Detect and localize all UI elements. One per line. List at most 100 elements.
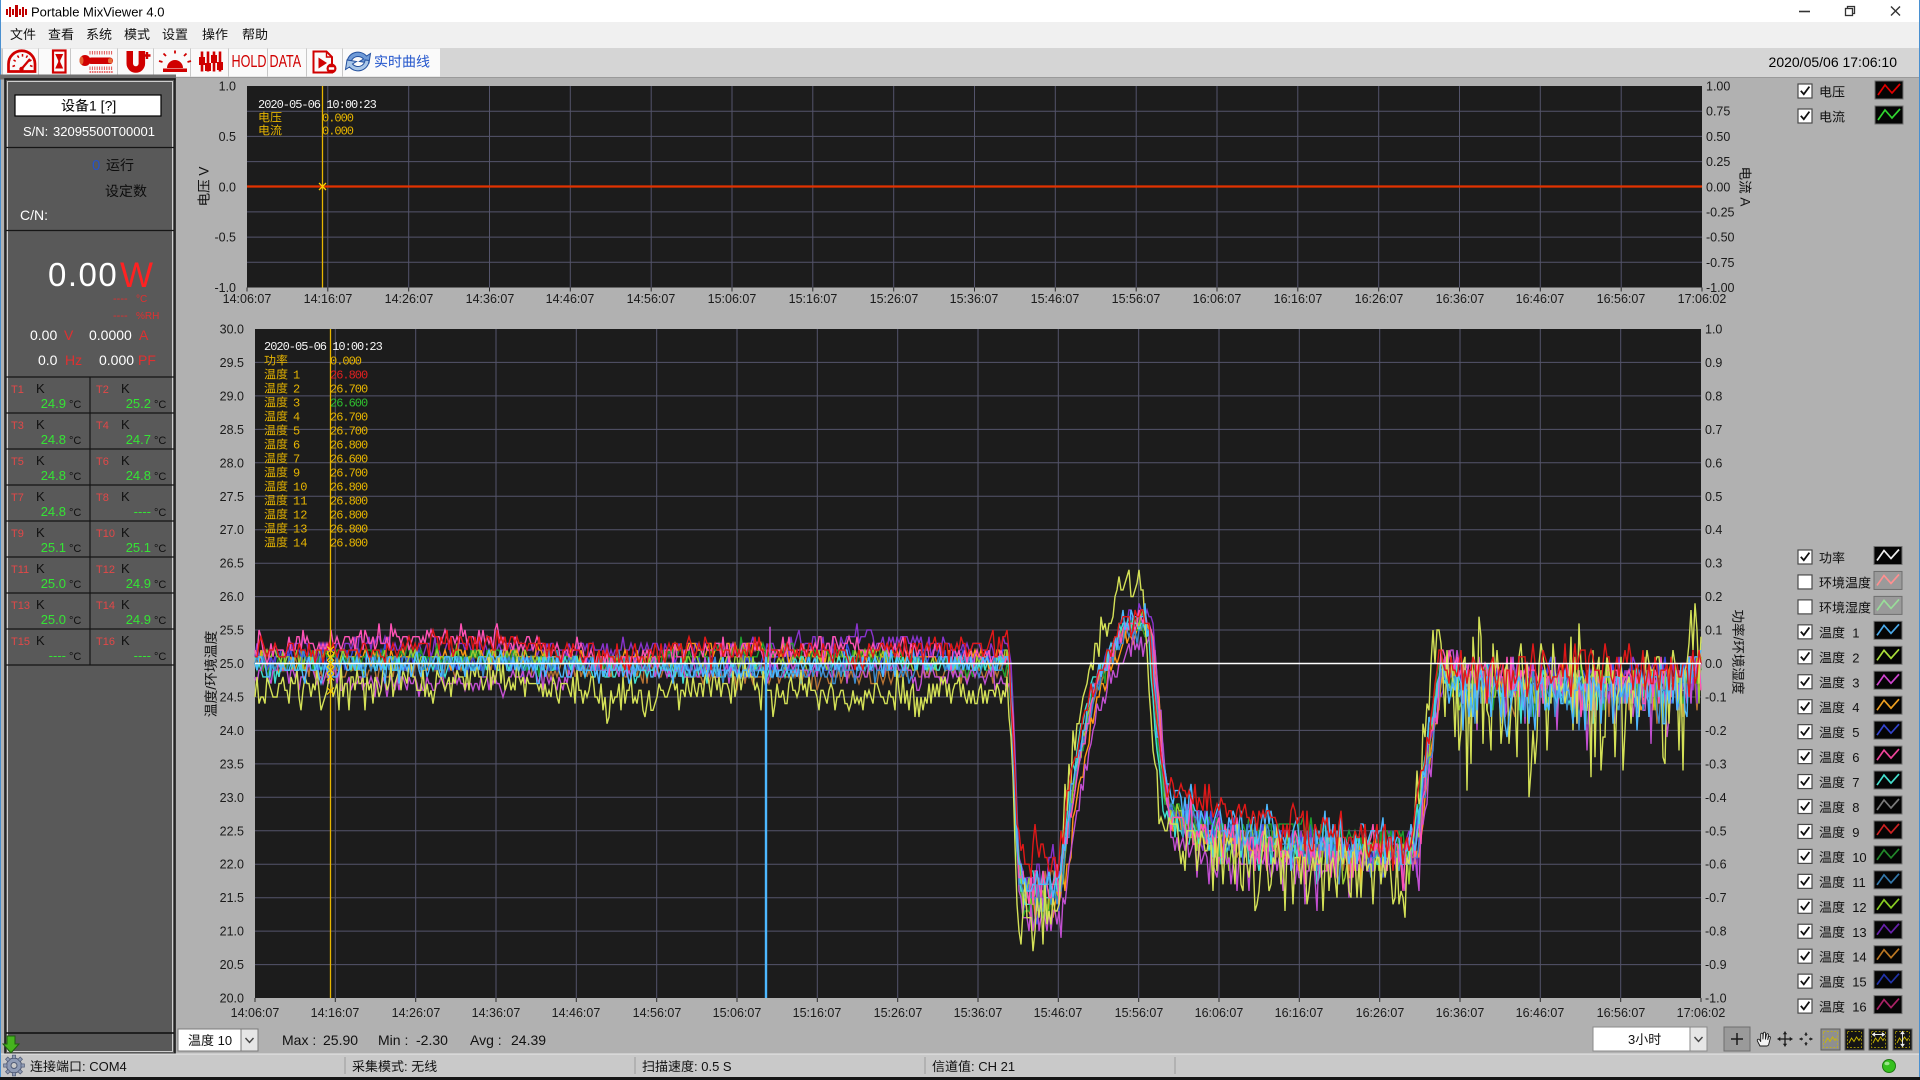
svg-text:25.0: 25.0 xyxy=(220,657,244,671)
svg-text:15:26:07: 15:26:07 xyxy=(874,1006,923,1020)
svg-text:°C: °C xyxy=(154,651,166,663)
svg-text:3: 3 xyxy=(1628,1032,1635,1047)
svg-text:DATA: DATA xyxy=(270,52,302,72)
svg-text:PF: PF xyxy=(138,352,156,368)
svg-text:K: K xyxy=(121,633,130,648)
svg-text:26.600: 26.600 xyxy=(330,453,368,467)
svg-text:°C: °C xyxy=(154,579,166,591)
svg-text:K: K xyxy=(36,381,45,396)
svg-text:26.800: 26.800 xyxy=(330,369,368,383)
svg-text:-2.30: -2.30 xyxy=(416,1032,448,1048)
svg-text:27.0: 27.0 xyxy=(220,523,244,537)
svg-text:0.75: 0.75 xyxy=(1706,105,1730,119)
svg-text:15:46:07: 15:46:07 xyxy=(1034,1006,1083,1020)
svg-text:°C: °C xyxy=(69,579,81,591)
svg-text:T7: T7 xyxy=(11,492,24,504)
svg-text:16:46:07: 16:46:07 xyxy=(1516,292,1565,306)
svg-text:Hz: Hz xyxy=(65,352,82,368)
svg-text:T14: T14 xyxy=(96,600,115,612)
svg-text:5: 5 xyxy=(1852,725,1859,740)
svg-text:22.0: 22.0 xyxy=(220,858,244,872)
svg-text:28.0: 28.0 xyxy=(220,456,244,470)
svg-text:24.5: 24.5 xyxy=(220,690,244,704)
svg-text:26.800: 26.800 xyxy=(330,537,368,551)
svg-text:26.700: 26.700 xyxy=(330,425,368,439)
svg-text:: 0.5 S: : 0.5 S xyxy=(694,1059,732,1074)
svg-text:C/N:: C/N: xyxy=(20,207,48,223)
svg-text:%RH: %RH xyxy=(136,311,159,322)
svg-text:0.4: 0.4 xyxy=(1705,523,1722,537)
svg-text:24.8: 24.8 xyxy=(41,432,66,447)
svg-text:-0.25: -0.25 xyxy=(1706,205,1735,219)
svg-text:----: ---- xyxy=(49,648,66,663)
svg-text:-0.6: -0.6 xyxy=(1705,858,1727,872)
svg-text:15:26:07: 15:26:07 xyxy=(870,292,919,306)
svg-text:16:56:07: 16:56:07 xyxy=(1597,292,1646,306)
svg-text:T5: T5 xyxy=(11,456,24,468)
svg-text:0.8: 0.8 xyxy=(1705,389,1722,403)
svg-text:0.000: 0.000 xyxy=(322,112,354,126)
svg-text::: : xyxy=(404,1059,408,1074)
svg-text:20.0: 20.0 xyxy=(220,992,244,1006)
svg-text:26.600: 26.600 xyxy=(330,397,368,411)
svg-text:°C: °C xyxy=(69,651,81,663)
svg-text:0.0000: 0.0000 xyxy=(89,327,132,343)
svg-text:16:36:07: 16:36:07 xyxy=(1436,1006,1485,1020)
svg-text:22.5: 22.5 xyxy=(220,824,244,838)
svg-text:25.1: 25.1 xyxy=(41,540,66,555)
svg-text:-0.2: -0.2 xyxy=(1705,724,1727,738)
svg-text:/: / xyxy=(1730,637,1745,641)
svg-text:T13: T13 xyxy=(11,600,30,612)
svg-text:----: ---- xyxy=(134,648,151,663)
svg-text:14:06:07: 14:06:07 xyxy=(231,1006,280,1020)
svg-text:0.5: 0.5 xyxy=(1705,490,1722,504)
svg-text:15:36:07: 15:36:07 xyxy=(950,292,999,306)
svg-text:V: V xyxy=(197,167,212,176)
svg-text:14:26:07: 14:26:07 xyxy=(392,1006,441,1020)
svg-text:2020/05/06 17:06:10: 2020/05/06 17:06:10 xyxy=(1769,54,1898,70)
svg-text:T12: T12 xyxy=(96,564,115,576)
svg-text:T1: T1 xyxy=(11,384,24,396)
svg-text:K: K xyxy=(121,453,130,468)
svg-text:0.7: 0.7 xyxy=(1705,423,1722,437)
svg-text:24.9: 24.9 xyxy=(126,576,151,591)
svg-text:16:06:07: 16:06:07 xyxy=(1193,292,1242,306)
svg-text:°C: °C xyxy=(69,399,81,411)
svg-text:20.5: 20.5 xyxy=(220,958,244,972)
svg-text:°C: °C xyxy=(154,471,166,483)
svg-text:7: 7 xyxy=(293,453,300,467)
svg-text:15:36:07: 15:36:07 xyxy=(954,1006,1003,1020)
svg-text:8: 8 xyxy=(1852,800,1859,815)
svg-text:16:56:07: 16:56:07 xyxy=(1597,1006,1646,1020)
svg-text:26.800: 26.800 xyxy=(330,495,368,509)
svg-text:16:36:07: 16:36:07 xyxy=(1436,292,1485,306)
svg-text:1: 1 xyxy=(293,369,300,383)
svg-text:27.5: 27.5 xyxy=(220,490,244,504)
svg-text:25.2: 25.2 xyxy=(126,396,151,411)
svg-text:-0.8: -0.8 xyxy=(1705,925,1727,939)
svg-text:K: K xyxy=(36,417,45,432)
svg-text:23.5: 23.5 xyxy=(220,757,244,771)
svg-text:-1.00: -1.00 xyxy=(1706,281,1735,295)
svg-text:15:06:07: 15:06:07 xyxy=(708,292,757,306)
svg-text:14:36:07: 14:36:07 xyxy=(466,292,515,306)
svg-text:T10: T10 xyxy=(96,528,115,540)
svg-text:°C: °C xyxy=(154,615,166,627)
svg-text:6: 6 xyxy=(293,439,300,453)
svg-text:K: K xyxy=(121,489,130,504)
svg-text:T16: T16 xyxy=(96,636,115,648)
svg-text:15:46:07: 15:46:07 xyxy=(1031,292,1080,306)
svg-text:0.0: 0.0 xyxy=(219,180,236,194)
svg-text:11: 11 xyxy=(1852,875,1866,890)
svg-text:15:56:07: 15:56:07 xyxy=(1115,1006,1164,1020)
svg-text:14:26:07: 14:26:07 xyxy=(385,292,434,306)
svg-text:T11: T11 xyxy=(11,564,29,576)
svg-text:1.0: 1.0 xyxy=(219,80,236,94)
svg-text:0.5: 0.5 xyxy=(219,130,236,144)
svg-text:: COM4: : COM4 xyxy=(82,1059,127,1074)
svg-text:0.50: 0.50 xyxy=(1706,130,1730,144)
svg-text:24.9: 24.9 xyxy=(41,396,66,411)
svg-text:Max :: Max : xyxy=(282,1032,316,1048)
svg-text:10: 10 xyxy=(293,481,307,495)
svg-text:-1.0: -1.0 xyxy=(214,281,236,295)
